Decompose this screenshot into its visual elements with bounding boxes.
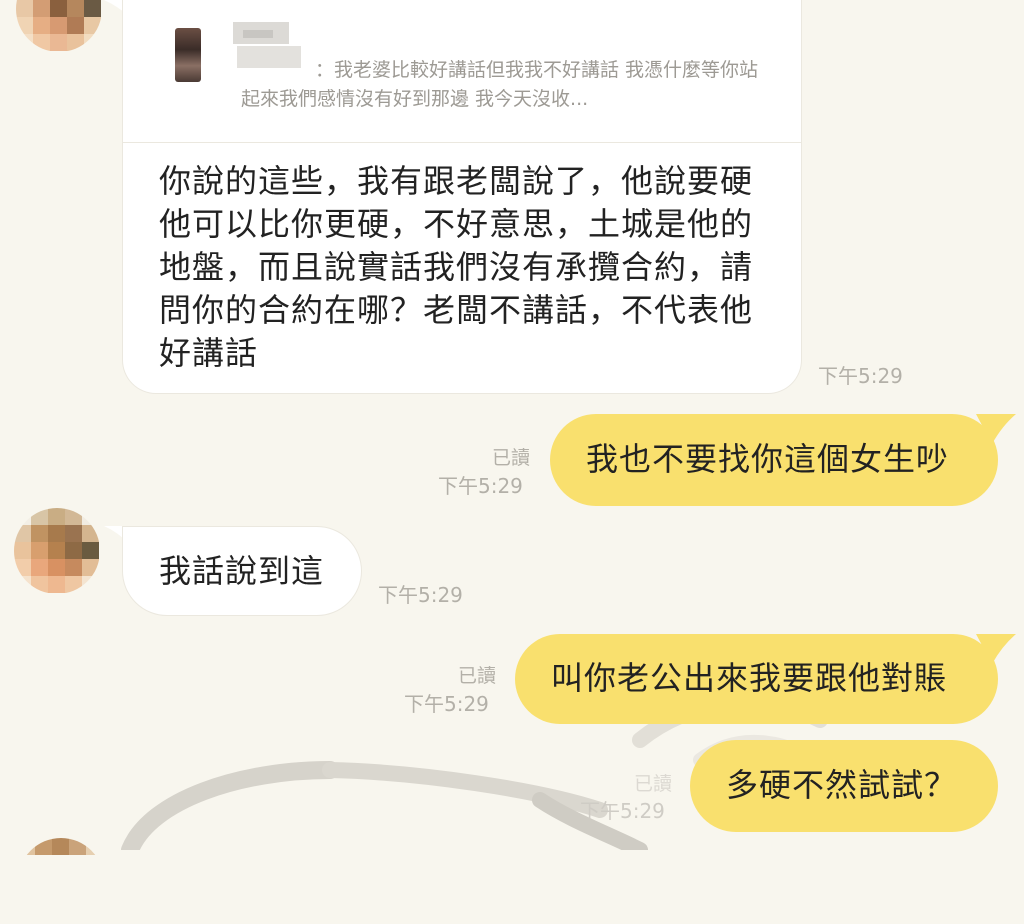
message-text: 我也不要找你這個女生吵 bbox=[586, 440, 950, 478]
message-text: 多硬不然試試？ bbox=[726, 766, 958, 804]
message-bubble-sent[interactable]: 我也不要找你這個女生吵 bbox=[550, 414, 998, 506]
message-timestamp: 下午5:29 bbox=[438, 474, 523, 498]
message-bubble-sent[interactable]: 叫你老公出來我要跟他對賬 bbox=[515, 634, 998, 724]
message-bubble-received[interactable]: ：我老婆比較好講話但我我不好講話 我憑什麼等你站起來我們感情沒有好到那邊 我今天… bbox=[122, 0, 802, 394]
read-receipt: 已讀 bbox=[492, 447, 531, 469]
message-text: 你說的這些，我有跟老闆說了，他說要硬他可以比你更硬，不好意思，土城是他的地盤，而… bbox=[159, 162, 754, 372]
contact-avatar[interactable] bbox=[18, 838, 104, 924]
message-text: 我話說到這 bbox=[159, 552, 325, 590]
message-timestamp: 下午5:29 bbox=[404, 692, 489, 716]
reply-quoted-text: ：我老婆比較好講話但我我不好講話 我憑什麼等你站起來我們感情沒有好到那邊 我今天… bbox=[241, 59, 759, 110]
contact-avatar[interactable] bbox=[16, 0, 102, 52]
message-bubble-received[interactable]: 我話說到這 bbox=[122, 526, 362, 616]
message-text: 叫你老公出來我要跟他對賬 bbox=[551, 659, 948, 697]
message-bubble-sent[interactable]: 多硬不然試試？ bbox=[690, 740, 998, 832]
reply-thumbnail-image bbox=[175, 28, 201, 82]
reply-preview[interactable]: ：我老婆比較好講話但我我不好講話 我憑什麼等你站起來我們感情沒有好到那邊 我今天… bbox=[123, 0, 801, 143]
message-timestamp: 下午5:29 bbox=[818, 364, 903, 388]
message-timestamp: 下午5:29 bbox=[378, 583, 463, 607]
contact-avatar[interactable] bbox=[14, 508, 100, 594]
read-receipt: 已讀 bbox=[458, 665, 497, 687]
read-receipt: 已讀 bbox=[634, 773, 673, 795]
message-timestamp: 下午5:29 bbox=[580, 799, 665, 823]
